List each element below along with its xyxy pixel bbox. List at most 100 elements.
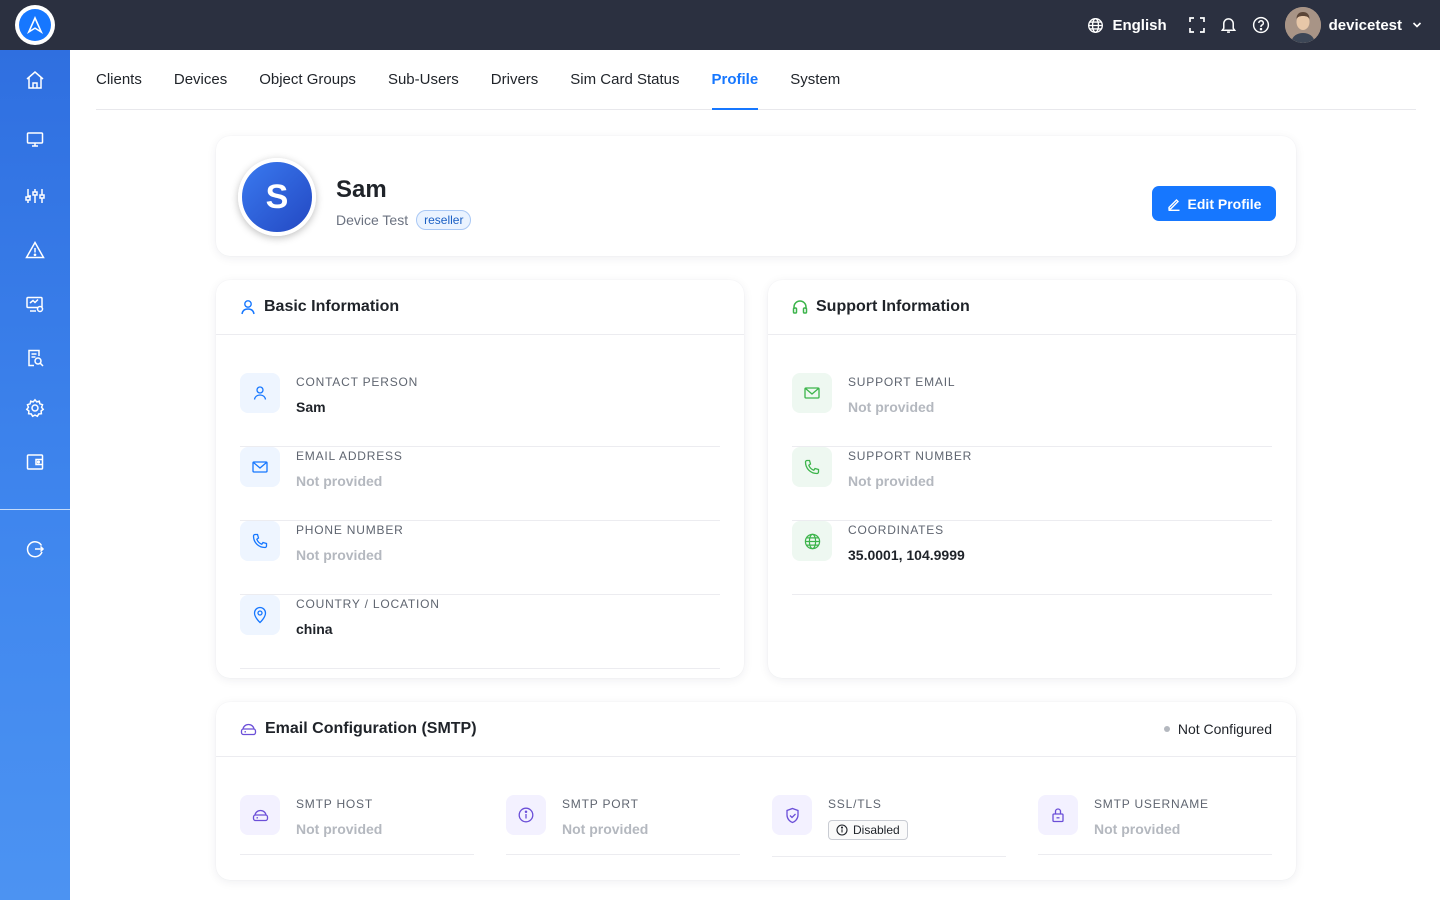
smtp-port-field: SMTP PORT Not provided bbox=[506, 795, 740, 855]
smtp-configuration-card: Email Configuration (SMTP) Not Configure… bbox=[216, 702, 1296, 880]
top-bar: English devicetest bbox=[0, 0, 1440, 50]
username-label[interactable]: devicetest bbox=[1329, 17, 1402, 34]
tab-drivers[interactable]: Drivers bbox=[491, 50, 539, 110]
tab-profile[interactable]: Profile bbox=[711, 50, 758, 110]
field-value: china bbox=[296, 621, 333, 637]
user-photo-icon bbox=[1284, 7, 1321, 43]
alert-icon[interactable] bbox=[0, 230, 70, 270]
app-logo[interactable] bbox=[15, 5, 55, 45]
field-label: EMAIL ADDRESS bbox=[296, 449, 403, 463]
smtp-username-field: SMTP USERNAME Not provided bbox=[1038, 795, 1272, 855]
contact-person-field: CONTACT PERSON Sam bbox=[240, 373, 720, 447]
field-value: Not provided bbox=[1094, 821, 1181, 837]
email-address-field: EMAIL ADDRESS Not provided bbox=[240, 447, 720, 521]
phone-number-field: PHONE NUMBER Not provided bbox=[240, 521, 720, 595]
location-pin-icon bbox=[240, 595, 280, 635]
tab-object-groups[interactable]: Object Groups bbox=[259, 50, 356, 110]
tab-system[interactable]: System bbox=[790, 50, 840, 110]
support-information-header: Support Information bbox=[768, 280, 1296, 335]
sidebar-divider bbox=[0, 509, 70, 510]
wallet-icon[interactable] bbox=[0, 442, 70, 482]
sidebar bbox=[0, 50, 70, 900]
smtp-status-label: Not Configured bbox=[1177, 721, 1272, 737]
field-value: Not provided bbox=[296, 821, 383, 837]
language-label: English bbox=[1112, 16, 1167, 34]
shield-check-icon bbox=[772, 795, 812, 835]
field-label: SMTP PORT bbox=[562, 797, 639, 811]
smtp-host-field: SMTP HOST Not provided bbox=[240, 795, 474, 855]
field-label: SMTP USERNAME bbox=[1094, 797, 1209, 811]
field-label: PHONE NUMBER bbox=[296, 523, 404, 537]
smtp-header: Email Configuration (SMTP) bbox=[216, 702, 1296, 757]
help-icon[interactable] bbox=[1245, 9, 1277, 41]
ssl-tls-field: SSL/TLS Disabled bbox=[772, 795, 1006, 857]
bell-icon[interactable] bbox=[1213, 9, 1245, 41]
field-label: COORDINATES bbox=[848, 523, 944, 537]
info-icon bbox=[506, 795, 546, 835]
phone-icon bbox=[792, 447, 832, 487]
edit-profile-button[interactable]: Edit Profile bbox=[1152, 186, 1276, 221]
phone-icon bbox=[240, 521, 280, 561]
support-information-card: Support Information SUPPORT EMAIL Not pr… bbox=[768, 280, 1296, 678]
field-label: COUNTRY / LOCATION bbox=[296, 597, 440, 611]
status-dot-icon bbox=[1163, 726, 1170, 732]
home-icon[interactable] bbox=[0, 60, 70, 100]
headset-icon bbox=[792, 300, 808, 314]
field-label: SUPPORT EMAIL bbox=[848, 375, 956, 389]
tab-clients[interactable]: Clients bbox=[96, 50, 142, 110]
globe-icon bbox=[792, 521, 832, 561]
support-information-title: Support Information bbox=[816, 298, 970, 315]
tab-sim-card-status[interactable]: Sim Card Status bbox=[570, 50, 679, 110]
cloud-server-icon bbox=[240, 795, 280, 835]
language-selector[interactable]: English bbox=[1087, 16, 1167, 34]
ssl-status-label: Disabled bbox=[853, 823, 900, 837]
tab-sub-users[interactable]: Sub-Users bbox=[388, 50, 459, 110]
basic-information-card: Basic Information CONTACT PERSON Sam EMA… bbox=[216, 280, 744, 678]
monitor-icon[interactable] bbox=[0, 119, 70, 159]
support-email-field: SUPPORT EMAIL Not provided bbox=[792, 373, 1272, 447]
field-value: Not provided bbox=[848, 399, 935, 415]
globe-icon bbox=[1088, 17, 1104, 33]
profile-subtitle: Device Test reseller bbox=[336, 210, 472, 230]
profile-avatar: S bbox=[238, 158, 316, 236]
fullscreen-icon[interactable] bbox=[1181, 9, 1213, 41]
info-circle-icon bbox=[836, 824, 848, 836]
user-icon bbox=[241, 300, 255, 315]
tab-devices[interactable]: Devices bbox=[174, 50, 227, 110]
ssl-status-badge: Disabled bbox=[828, 820, 908, 840]
settings-tabs: Clients Devices Object Groups Sub-Users … bbox=[96, 50, 1416, 110]
field-value: Not provided bbox=[848, 473, 935, 489]
user-icon bbox=[240, 373, 280, 413]
profile-card: S Sam Device Test reseller Edit Profile bbox=[216, 136, 1296, 256]
pencil-icon bbox=[1167, 198, 1180, 211]
field-value: 35.0001, 104.9999 bbox=[848, 547, 965, 563]
field-label: CONTACT PERSON bbox=[296, 375, 419, 389]
logout-icon[interactable] bbox=[0, 529, 70, 569]
mail-icon bbox=[240, 447, 280, 487]
smtp-status: Not Configured bbox=[1163, 721, 1272, 737]
country-location-field: COUNTRY / LOCATION china bbox=[240, 595, 720, 669]
mail-icon bbox=[792, 373, 832, 413]
logo-arrow-icon bbox=[19, 9, 51, 41]
gear-icon[interactable] bbox=[0, 388, 70, 428]
field-value: Sam bbox=[296, 399, 326, 415]
company-name: Device Test bbox=[336, 212, 409, 228]
cloud-server-icon bbox=[240, 723, 257, 736]
basic-information-title: Basic Information bbox=[264, 298, 400, 315]
user-avatar[interactable] bbox=[1284, 7, 1321, 43]
coordinates-field: COORDINATES 35.0001, 104.9999 bbox=[792, 521, 1272, 595]
basic-information-header: Basic Information bbox=[216, 280, 744, 335]
device-settings-icon[interactable] bbox=[0, 284, 70, 324]
field-value: Not provided bbox=[296, 473, 383, 489]
chevron-down-icon[interactable] bbox=[1412, 21, 1422, 29]
top-bar-actions: English devicetest bbox=[1087, 0, 1422, 50]
report-search-icon[interactable] bbox=[0, 338, 70, 378]
role-badge: reseller bbox=[416, 210, 472, 230]
edit-profile-label: Edit Profile bbox=[1187, 195, 1262, 212]
field-label: SMTP HOST bbox=[296, 797, 373, 811]
field-value: Not provided bbox=[296, 547, 383, 563]
lock-icon bbox=[1038, 795, 1078, 835]
profile-name: Sam bbox=[336, 176, 387, 203]
field-value: Not provided bbox=[562, 821, 649, 837]
sliders-icon[interactable] bbox=[0, 176, 70, 216]
